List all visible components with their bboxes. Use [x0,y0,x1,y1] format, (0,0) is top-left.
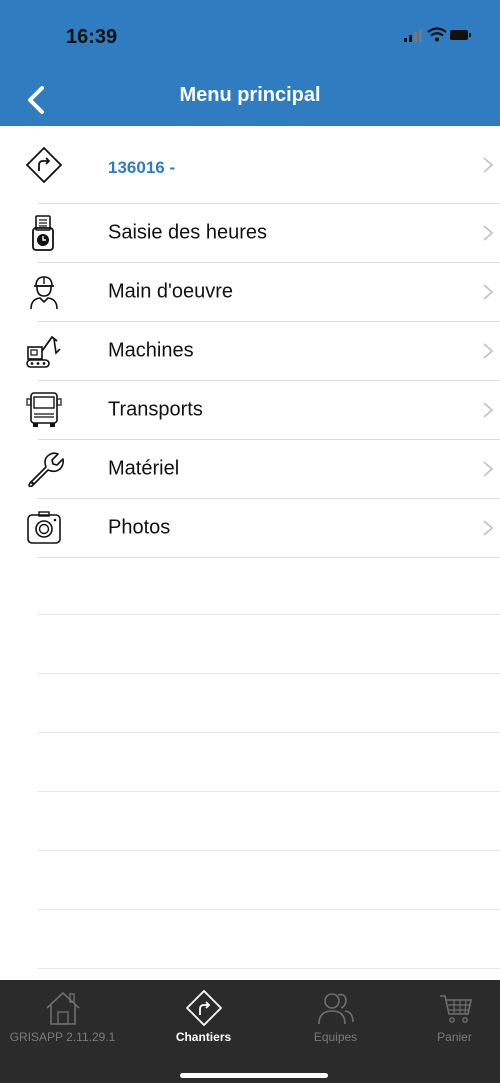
menu-item-saisie-des-heures[interactable]: Saisie des heures [32,204,500,263]
truck-icon [26,392,62,427]
menu-item-label: Matériel [108,457,180,480]
camera-icon [27,511,61,544]
menu-item-label: Main d'oeuvre [108,280,233,303]
menu-item-label: 136016 - [108,157,176,177]
tab-panier[interactable]: Panier [392,980,500,1052]
tab-label: GRISAPP 2.11.29.1 [9,1030,116,1044]
chevron-right-icon [483,343,494,359]
page-title: Menu principal [179,84,321,106]
empty-row [38,556,500,615]
tab-chantiers[interactable]: Chantiers [141,980,266,1052]
tab-label: Chantiers [175,1030,232,1044]
menu-item-project[interactable]: 136016 - [25,126,500,204]
empty-row [38,910,500,969]
cart-icon [439,995,472,1023]
chevron-right-icon [483,402,494,418]
wrench-icon [28,452,64,488]
empty-row [38,733,500,792]
excavator-icon [26,335,61,368]
time-clock-icon [32,215,54,251]
direction-sign-icon [25,146,63,183]
chevron-right-icon [483,520,494,536]
chevron-right-icon [483,461,494,477]
menu-item-photos[interactable]: Photos [27,499,500,558]
empty-row [38,615,500,674]
tab-equipes[interactable]: Equipes [273,980,398,1052]
header: 16:39 Menu principal [0,0,500,126]
home-icon [45,991,80,1025]
menu-item-materiel[interactable]: Matériel [28,440,500,499]
team-icon [317,993,354,1025]
tab-bar: GRISAPP 2.11.29.1 Chantiers Equipes Pani… [0,980,500,1083]
navigation-bar: Menu principal [0,74,500,126]
tab-grisapp[interactable]: GRISAPP 2.11.29.1 [0,980,125,1052]
status-bar: 16:39 [0,0,500,74]
empty-row [38,792,500,851]
chevron-right-icon [483,156,494,173]
tab-label: Panier [437,1030,472,1044]
status-icons [402,26,472,44]
worker-icon [30,276,58,310]
chevron-right-icon [483,225,494,241]
empty-row [38,851,500,910]
main-menu-list: 136016 - Saisie des heures Main d'oeuvre [0,126,500,558]
status-time: 16:39 [66,26,118,48]
menu-item-label: Transports [108,398,203,421]
menu-item-transports[interactable]: Transports [26,381,500,440]
tab-label: Equipes [313,1030,358,1044]
direction-sign-icon [185,989,222,1027]
signal-wifi-battery-icon [404,27,471,42]
empty-list-area [38,556,500,969]
chevron-right-icon [483,284,494,300]
home-indicator [180,1073,328,1078]
menu-item-label: Photos [108,516,171,539]
menu-item-main-d-oeuvre[interactable]: Main d'oeuvre [30,263,500,322]
menu-item-label: Saisie des heures [108,221,267,244]
menu-item-label: Machines [108,339,194,362]
menu-item-machines[interactable]: Machines [26,322,500,381]
empty-row [38,674,500,733]
